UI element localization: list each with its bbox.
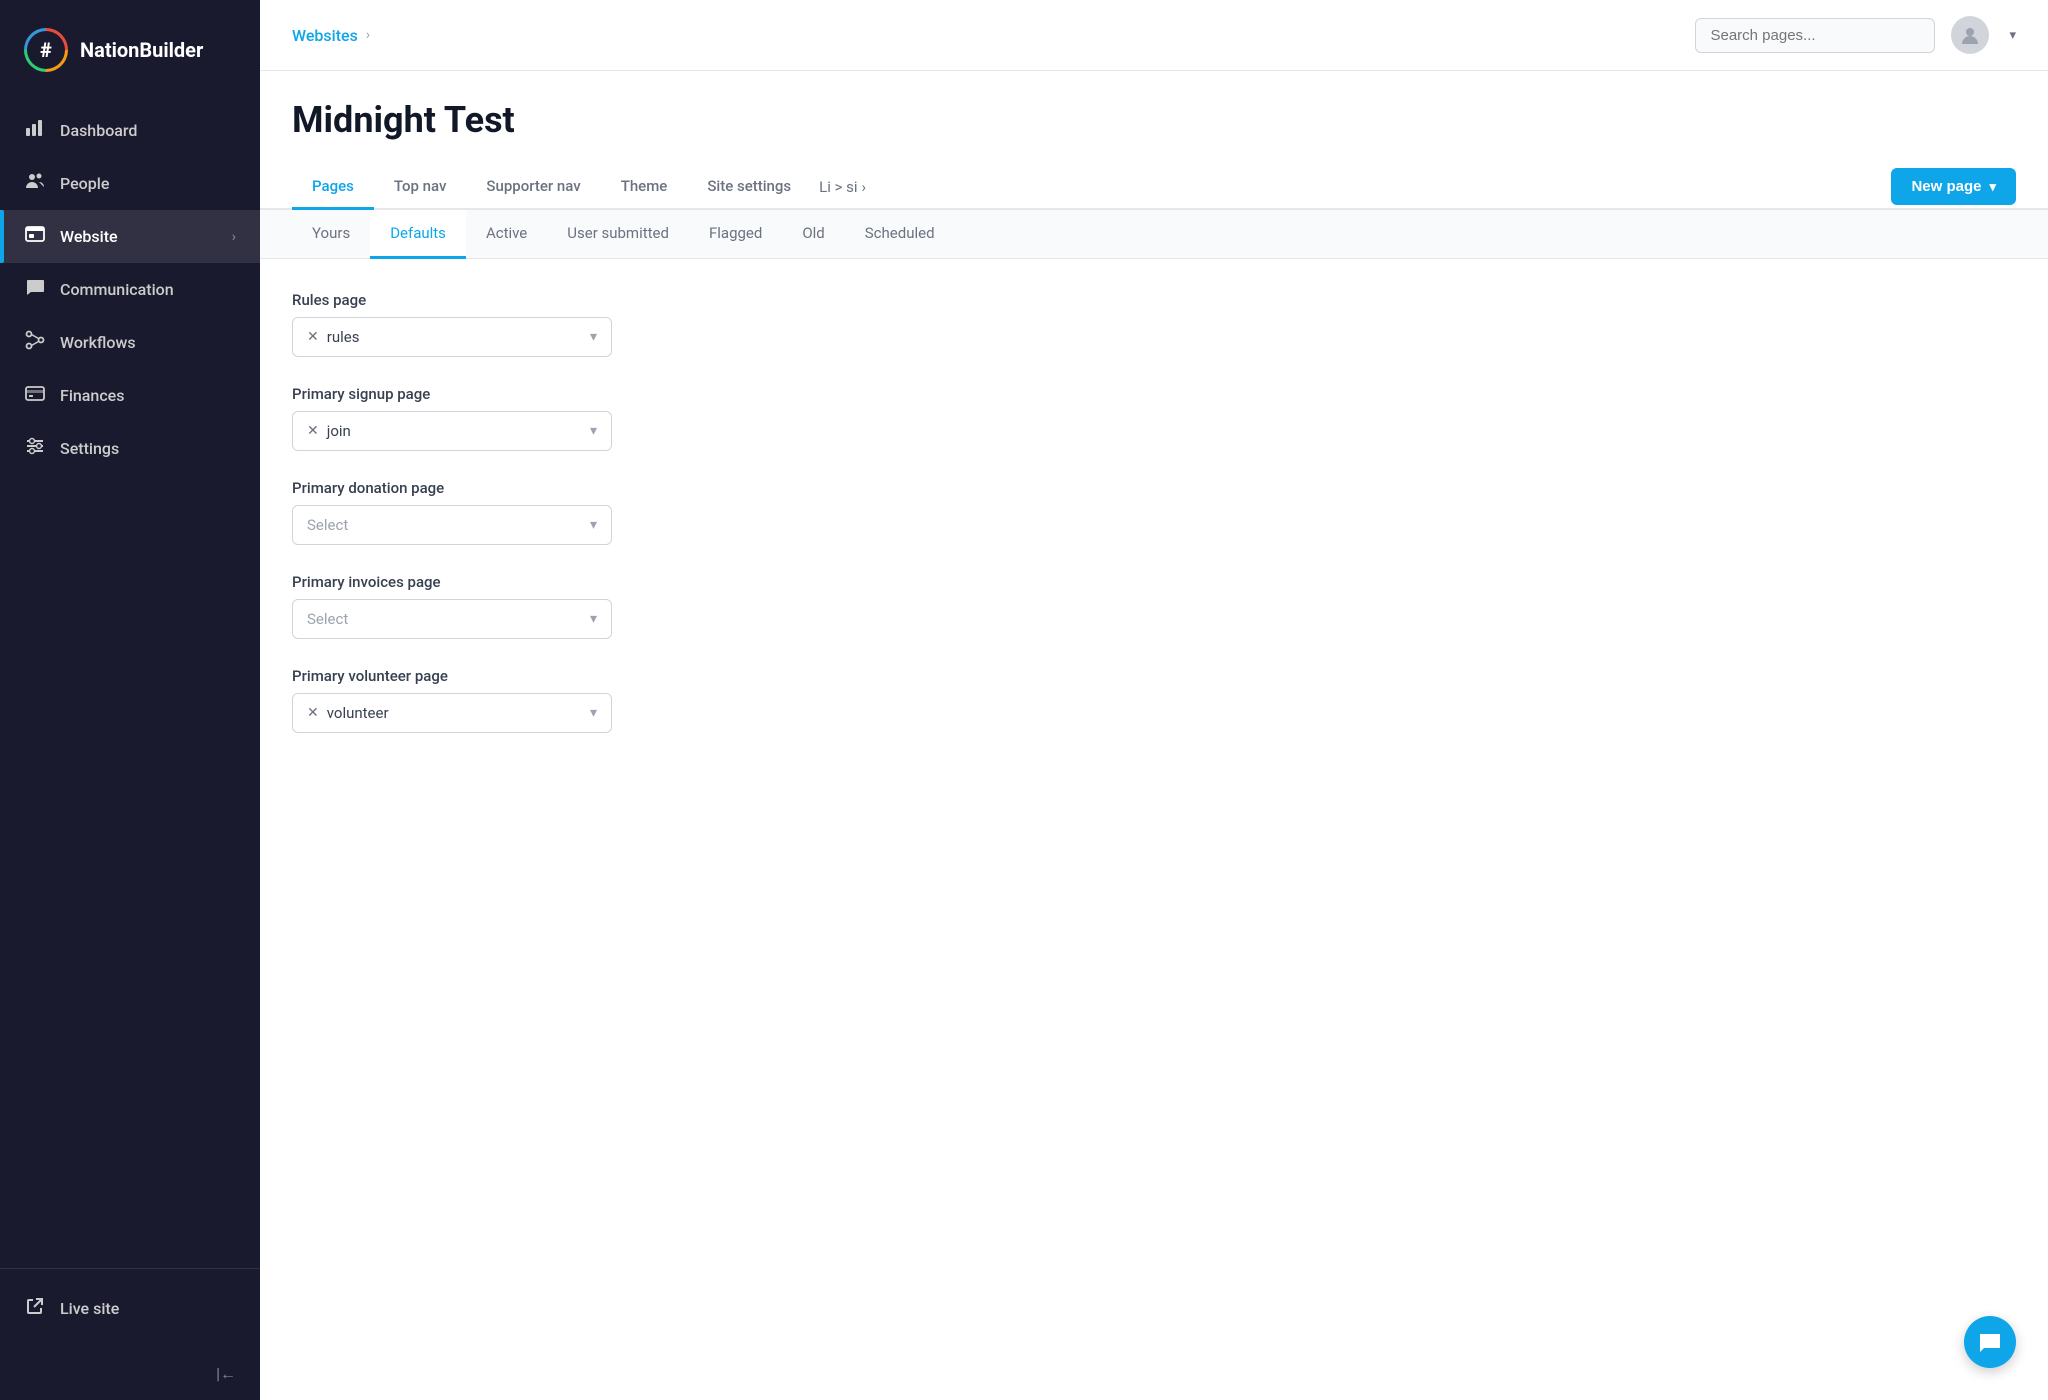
sidebar-item-website[interactable]: Website ›	[0, 210, 260, 263]
sidebar-item-label: People	[60, 174, 109, 193]
main-content: Websites › ▾ Midnight Test Pages Top nav…	[260, 0, 2048, 1400]
sidebar-logo: # NationBuilder	[0, 0, 260, 96]
communication-icon	[24, 277, 46, 302]
finances-icon	[24, 383, 46, 408]
main-tabs: Pages Top nav Supporter nav Theme Site s…	[260, 165, 2048, 210]
sidebar-item-label: Dashboard	[60, 121, 137, 140]
app-name: NationBuilder	[80, 38, 203, 62]
sidebar-item-label: Communication	[60, 280, 174, 299]
primary-donation-chevron-icon: ▾	[590, 517, 597, 533]
sidebar-item-label: Workflows	[60, 333, 136, 352]
page-header: Midnight Test	[260, 71, 2048, 165]
sub-tab-yours[interactable]: Yours	[292, 210, 370, 259]
user-avatar[interactable]	[1951, 16, 1989, 54]
primary-volunteer-page-group: Primary volunteer page ✕ volunteer ▾	[292, 667, 2016, 733]
breadcrumb: Websites ›	[292, 26, 1679, 45]
tab-supporter-nav[interactable]: Supporter nav	[466, 165, 600, 210]
tab-overflow-label: Li > si	[819, 178, 857, 196]
logo-icon: #	[24, 28, 68, 72]
tab-site-settings[interactable]: Site settings	[687, 165, 811, 210]
sub-tab-flagged[interactable]: Flagged	[689, 210, 782, 259]
primary-signup-clear[interactable]: ✕	[307, 423, 319, 439]
tab-overflow[interactable]: Li > si ›	[811, 166, 874, 208]
sub-tab-scheduled[interactable]: Scheduled	[845, 210, 955, 259]
primary-donation-placeholder: Select	[307, 516, 590, 534]
sidebar-item-label: Live site	[60, 1299, 119, 1318]
new-page-button[interactable]: New page ▾	[1891, 168, 2016, 205]
chart-icon	[24, 118, 46, 143]
primary-signup-select[interactable]: ✕ join ▾	[292, 411, 612, 451]
settings-icon	[24, 436, 46, 461]
sidebar-item-livesite[interactable]: Live site	[24, 1285, 236, 1332]
primary-signup-chevron-icon: ▾	[590, 423, 597, 439]
primary-volunteer-clear[interactable]: ✕	[307, 705, 319, 721]
tab-top-nav[interactable]: Top nav	[374, 165, 467, 210]
primary-signup-label: Primary signup page	[292, 385, 2016, 403]
new-page-dropdown-icon: ▾	[1989, 179, 1996, 195]
rules-page-group: Rules page ✕ rules ▾	[292, 291, 2016, 357]
overflow-chevron-icon: ›	[862, 178, 867, 196]
sub-tab-defaults[interactable]: Defaults	[370, 210, 466, 259]
website-icon	[24, 224, 46, 249]
primary-invoices-placeholder: Select	[307, 610, 590, 628]
defaults-content: Rules page ✕ rules ▾ Primary signup page…	[260, 259, 2048, 1400]
rules-page-chevron-icon: ▾	[590, 329, 597, 345]
primary-invoices-label: Primary invoices page	[292, 573, 2016, 591]
chat-button[interactable]	[1964, 1316, 2016, 1368]
people-icon	[24, 171, 46, 196]
primary-signup-page-group: Primary signup page ✕ join ▾	[292, 385, 2016, 451]
sidebar-collapse-button[interactable]: |←	[0, 1356, 260, 1400]
sidebar-item-label: Settings	[60, 439, 119, 458]
rules-page-value: rules	[327, 328, 590, 346]
chevron-right-icon: ›	[232, 229, 236, 245]
sub-tab-user-submitted[interactable]: User submitted	[547, 210, 689, 259]
primary-volunteer-value: volunteer	[327, 704, 590, 722]
workflows-icon	[24, 330, 46, 355]
breadcrumb-separator: ›	[366, 27, 370, 43]
primary-volunteer-label: Primary volunteer page	[292, 667, 2016, 685]
search-input[interactable]	[1695, 18, 1935, 53]
primary-donation-select[interactable]: Select ▾	[292, 505, 612, 545]
sidebar-item-label: Website	[60, 227, 118, 246]
primary-invoices-select[interactable]: Select ▾	[292, 599, 612, 639]
sidebar: # NationBuilder Dashboard	[0, 0, 260, 1400]
sidebar-item-people[interactable]: People	[0, 157, 260, 210]
primary-volunteer-chevron-icon: ▾	[590, 705, 597, 721]
sidebar-item-settings[interactable]: Settings	[0, 422, 260, 475]
primary-volunteer-select[interactable]: ✕ volunteer ▾	[292, 693, 612, 733]
topbar: Websites › ▾	[260, 0, 2048, 71]
rules-page-select[interactable]: ✕ rules ▾	[292, 317, 612, 357]
tab-pages[interactable]: Pages	[292, 165, 374, 210]
sidebar-bottom: Live site	[0, 1268, 260, 1356]
sub-tab-old[interactable]: Old	[782, 210, 844, 259]
primary-donation-label: Primary donation page	[292, 479, 2016, 497]
sidebar-nav: Dashboard People	[0, 96, 260, 1268]
sidebar-item-communication[interactable]: Communication	[0, 263, 260, 316]
rules-page-clear[interactable]: ✕	[307, 329, 319, 345]
user-menu-chevron[interactable]: ▾	[2009, 28, 2016, 43]
sub-tabs: Yours Defaults Active User submitted Fla…	[260, 210, 2048, 259]
sub-tab-active[interactable]: Active	[466, 210, 547, 259]
sidebar-item-label: Finances	[60, 386, 124, 405]
sidebar-item-dashboard[interactable]: Dashboard	[0, 104, 260, 157]
primary-invoices-chevron-icon: ▾	[590, 611, 597, 627]
livesite-icon	[24, 1297, 46, 1320]
sidebar-item-workflows[interactable]: Workflows	[0, 316, 260, 369]
breadcrumb-websites[interactable]: Websites	[292, 26, 358, 45]
rules-page-label: Rules page	[292, 291, 2016, 309]
primary-donation-page-group: Primary donation page Select ▾	[292, 479, 2016, 545]
primary-invoices-page-group: Primary invoices page Select ▾	[292, 573, 2016, 639]
page-title: Midnight Test	[292, 99, 2016, 141]
sidebar-item-finances[interactable]: Finances	[0, 369, 260, 422]
primary-signup-value: join	[327, 422, 590, 440]
tab-theme[interactable]: Theme	[601, 165, 688, 210]
